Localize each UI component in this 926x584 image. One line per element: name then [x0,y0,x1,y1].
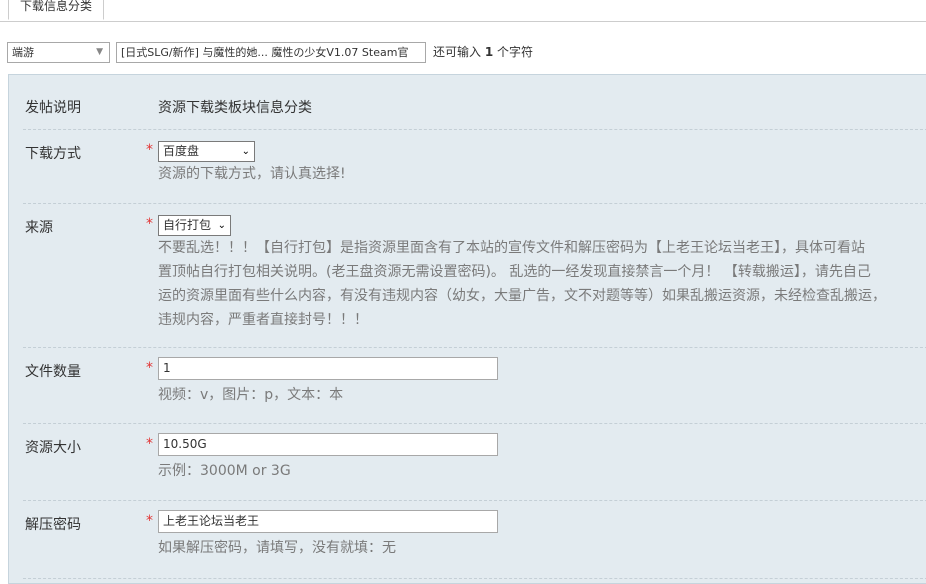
char-count-hint: 还可输入 1 个字符 [433,42,533,63]
size-label: 资源大小 [25,440,81,456]
download-method-select[interactable]: 百度盘 ⌄ [158,141,255,162]
file-count-desc: 视频：v，图片：p，文本：本 [158,387,344,403]
password-label: 解压密码 [25,517,81,533]
chevron-down-icon: ▼ [96,47,103,57]
password-desc: 如果解压密码，请填写，没有就填：无 [158,540,396,556]
source-label: 来源 [25,220,53,236]
row-download-method: 下载方式 * 百度盘 ⌄ 资源的下载方式，请认真选择! [23,129,926,204]
size-desc: 示例：3000M or 3G [158,463,291,479]
source-select[interactable]: 自行打包 ⌄ [158,215,231,236]
source-desc-line: 运的资源里面有些什么内容，有没有违规内容（幼女，大量广告，文不对题等等）如果乱搬… [158,288,886,304]
password-value: 上老王论坛当老王 [163,514,260,528]
row-password: 解压密码 * 上老王论坛当老王 如果解压密码，请填写，没有就填：无 [23,500,926,579]
thread-type-value: 端游 [12,46,34,59]
chevron-down-icon: ⌄ [241,146,250,157]
subject-value: [日式SLG/新作] 与魔性的她... 魔性の少女V1.07 Steam官 [121,46,409,59]
source-value: 自行打包 [163,218,212,232]
size-value: 10.50G [163,437,207,451]
source-desc-line: 违规内容，严重者直接封号！！！ [158,312,368,328]
required-mark: * [146,436,153,452]
source-desc-line: 置顶帖自行打包相关说明。(老王盘资源无需设置密码)。 乱选的一经发现直接禁言一个… [158,264,871,280]
intro-value: 资源下载类板块信息分类 [158,100,312,116]
hint-count: 1 [484,45,494,59]
password-input[interactable]: 上老王论坛当老王 [158,510,498,533]
subject-row: 端游 ▼ [日式SLG/新作] 与魔性的她... 魔性の少女V1.07 Stea… [0,42,926,64]
tab-label: 下载信息分类 [19,0,92,13]
source-desc-line: 不要乱选！！！【自行打包】是指资源里面含有了本站的宣传文件和解压密码为【上老王论… [158,240,865,256]
row-file-count: 文件数量 * 1 视频：v，图片：p，文本：本 [23,347,926,424]
chevron-down-icon: ⌄ [217,220,226,231]
file-count-input[interactable]: 1 [158,357,498,380]
subject-input[interactable]: [日式SLG/新作] 与魔性的她... 魔性の少女V1.07 Steam官 [116,42,426,63]
required-mark: * [146,216,153,232]
required-mark: * [146,513,153,529]
download-method-value: 百度盘 [163,144,200,158]
tab-bar: 下载信息分类 [0,0,926,22]
hint-suffix: 个字符 [497,45,534,59]
download-method-desc: 资源的下载方式，请认真选择! [158,166,346,182]
sort-info-panel: 发帖说明 资源下载类板块信息分类 下载方式 * 百度盘 ⌄ 资源的下载方式，请认… [8,74,926,584]
download-method-label: 下载方式 [25,146,81,162]
required-mark: * [146,360,153,376]
required-mark: * [146,142,153,158]
tab-download-info[interactable]: 下载信息分类 [8,0,104,20]
size-input[interactable]: 10.50G [158,433,498,456]
row-source: 来源 * 自行打包 ⌄ 不要乱选！！！【自行打包】是指资源里面含有了本站的宣传文… [23,203,926,348]
row-intro: 发帖说明 资源下载类板块信息分类 [23,75,926,130]
file-count-value: 1 [163,361,171,375]
row-size: 资源大小 * 10.50G 示例：3000M or 3G [23,423,926,501]
intro-label: 发帖说明 [25,100,81,116]
file-count-label: 文件数量 [25,364,81,380]
hint-prefix: 还可输入 [433,45,482,59]
thread-type-select[interactable]: 端游 ▼ [7,42,110,63]
